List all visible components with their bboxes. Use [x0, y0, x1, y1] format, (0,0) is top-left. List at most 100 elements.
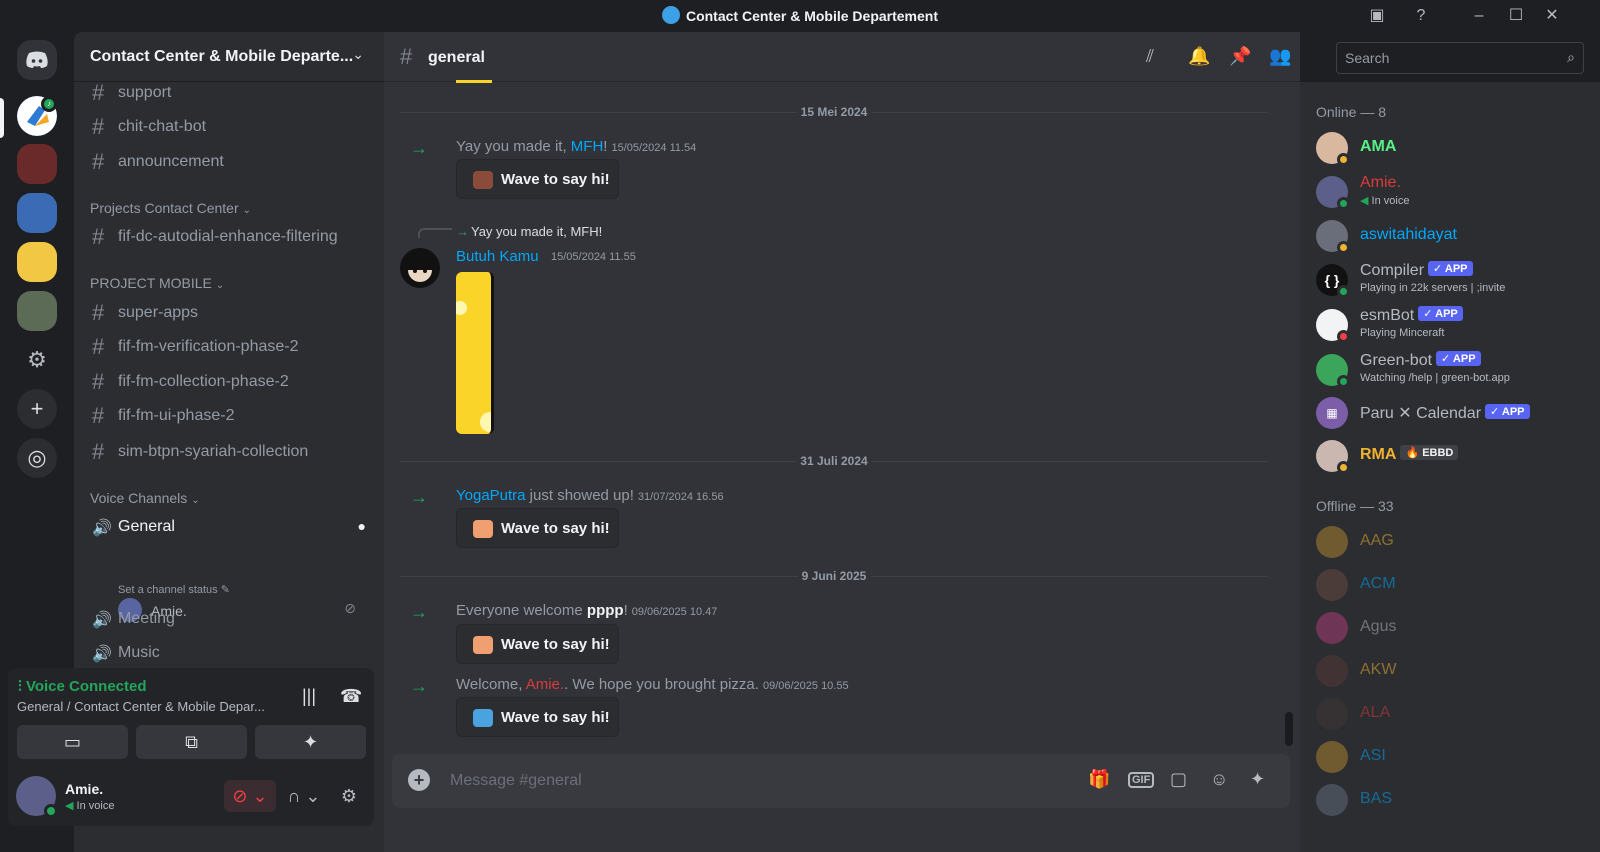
- category-voice-channels[interactable]: Voice Channels ⌄: [90, 490, 200, 506]
- gif-attachment[interactable]: [456, 272, 494, 434]
- voice-channel-general[interactable]: 🔊 General ●: [82, 510, 376, 542]
- idle-status-icon: [1337, 241, 1350, 254]
- reply-preview[interactable]: → Yay you made it, MFH!: [456, 224, 602, 239]
- member-aag[interactable]: AAG: [1308, 524, 1592, 566]
- scrollbar-thumb[interactable]: [1285, 712, 1293, 746]
- gif-icon[interactable]: GIF: [1128, 772, 1155, 788]
- member-aswitahidayat[interactable]: aswitahidayat: [1308, 218, 1592, 260]
- thread-hash-icon: #: [92, 439, 105, 464]
- screen-share-button[interactable]: ⧉: [136, 725, 247, 759]
- wave-button[interactable]: Wave to say hi!: [456, 697, 619, 737]
- date-divider: 9 Juni 2025: [400, 569, 1268, 583]
- wave-button[interactable]: Wave to say hi!: [456, 159, 619, 199]
- window-titlebar: Contact Center & Mobile Departement ▣ ? …: [0, 0, 1600, 32]
- channel-fif-dc-autodial[interactable]: # fif-dc-autodial-enhance-filtering: [82, 220, 376, 252]
- voice-channel-meeting[interactable]: 🔊 Meeting: [82, 602, 376, 634]
- channel-announcement[interactable]: # announcement: [82, 145, 376, 177]
- avatar[interactable]: [400, 248, 440, 288]
- server-header[interactable]: Contact Center & Mobile Departe... ⌄: [74, 32, 384, 82]
- gear-icon: ⚙: [340, 786, 358, 806]
- member-compiler[interactable]: { } Compiler ✓ APP Playing in 22k servers…: [1308, 261, 1592, 304]
- channel-sim-btpn[interactable]: # sim-btpn-syariah-collection: [82, 435, 376, 467]
- channel-fif-fm-ui[interactable]: # fif-fm-ui-phase-2: [82, 399, 376, 431]
- server-ghost[interactable]: [17, 193, 57, 233]
- bell-icon[interactable]: 🔔: [1188, 46, 1210, 67]
- member-acm[interactable]: ACM: [1308, 567, 1592, 609]
- username-link[interactable]: MFH: [571, 138, 604, 155]
- thread-hash-icon: #: [92, 369, 105, 394]
- member-amie[interactable]: Amie. ◀ In voice: [1308, 174, 1592, 216]
- wave-button[interactable]: Wave to say hi!: [456, 624, 619, 664]
- app-badge: ✓ APP: [1436, 351, 1481, 367]
- disconnect-icon[interactable]: ☎: [340, 686, 362, 707]
- add-server-icon[interactable]: +: [17, 389, 57, 429]
- activities-button[interactable]: ✦: [255, 725, 366, 759]
- add-attachment-icon[interactable]: +: [408, 769, 430, 791]
- avatar: [1316, 526, 1348, 558]
- message-input[interactable]: [450, 754, 1050, 808]
- member-list-icon[interactable]: 👥: [1269, 46, 1291, 67]
- username-link[interactable]: pppp: [587, 602, 624, 619]
- category-project-mobile[interactable]: PROJECT MOBILE ⌄: [90, 275, 224, 291]
- voice-channel-music[interactable]: 🔊 Music: [82, 636, 376, 668]
- camera-off-icon: ▭: [63, 732, 81, 752]
- settings-button[interactable]: ⚙: [334, 780, 364, 812]
- discover-icon[interactable]: ⚙: [17, 340, 57, 380]
- channel-chit-chat-bot[interactable]: # chit-chat-bot: [82, 110, 376, 142]
- camera-off-button[interactable]: ▭: [17, 725, 128, 759]
- inbox-icon[interactable]: ▣: [1366, 6, 1388, 26]
- reply-connector: [418, 228, 452, 238]
- explore-icon[interactable]: ◎: [17, 438, 57, 478]
- channel-status-placeholder[interactable]: Set a channel status ✎: [118, 583, 230, 596]
- member-agus[interactable]: Agus: [1308, 610, 1592, 652]
- hash-icon: #: [92, 224, 105, 249]
- member-bas[interactable]: BAS: [1308, 782, 1592, 824]
- close-button[interactable]: ✕: [1541, 6, 1563, 26]
- message-author[interactable]: Butuh Kamu: [456, 248, 539, 265]
- channel-title: general: [428, 49, 485, 66]
- search-input[interactable]: [1337, 43, 1583, 73]
- pin-icon[interactable]: 📌: [1229, 46, 1251, 67]
- username-link[interactable]: YogaPutra: [456, 487, 526, 504]
- minimize-button[interactable]: –: [1468, 6, 1490, 26]
- maximize-button[interactable]: ☐: [1505, 6, 1527, 26]
- threads-icon[interactable]: ⫽: [1146, 46, 1154, 67]
- member-paru-calendar[interactable]: ▦ Paru ✕ Calendar ✓ APP: [1308, 395, 1592, 437]
- noise-suppression-icon[interactable]: |||: [302, 686, 316, 707]
- help-icon[interactable]: ?: [1410, 6, 1432, 26]
- member-ala[interactable]: ALA: [1308, 696, 1592, 738]
- server-photo[interactable]: [17, 291, 57, 331]
- speaker-icon: ♪: [41, 96, 57, 112]
- wave-button[interactable]: Wave to say hi!: [456, 508, 619, 548]
- mute-button[interactable]: ⊘ ⌄: [224, 780, 276, 812]
- channel-fif-fm-collection[interactable]: # fif-fm-collection-phase-2: [82, 365, 376, 397]
- date-divider: 15 Mei 2024: [400, 105, 1268, 119]
- apps-icon[interactable]: ✦: [1250, 769, 1265, 790]
- member-esmbot[interactable]: esmBot ✓ APP Playing Minceraft: [1308, 306, 1592, 349]
- search-box[interactable]: ⌕: [1336, 42, 1584, 74]
- emoji-icon[interactable]: ☺: [1210, 769, 1228, 790]
- channel-fif-fm-verification[interactable]: # fif-fm-verification-phase-2: [82, 330, 376, 362]
- join-arrow-icon: →: [410, 602, 428, 622]
- server-pushpig[interactable]: [17, 144, 57, 184]
- chat-bubble-icon[interactable]: ●: [358, 518, 366, 534]
- voice-connected-status[interactable]: ⫶ Voice Connected: [18, 678, 147, 695]
- member-rma[interactable]: RMA 🔥 EBBD: [1308, 438, 1592, 480]
- user-panel: Amie. ◀ In voice ⊘ ⌄ ∩ ⌄ ⚙: [8, 768, 374, 826]
- discord-home-icon[interactable]: [17, 40, 57, 80]
- member-green-bot[interactable]: Green-bot ✓ APP Watching /help | green-bo…: [1308, 351, 1592, 394]
- username-link[interactable]: Amie.: [526, 676, 564, 693]
- channel-support[interactable]: # support: [82, 76, 376, 108]
- member-asi[interactable]: ASI: [1308, 739, 1592, 781]
- deafen-button[interactable]: ∩ ⌄: [284, 780, 324, 812]
- gift-icon[interactable]: 🎁: [1088, 769, 1110, 790]
- member-ama[interactable]: AMA: [1308, 130, 1592, 172]
- server-minion[interactable]: [17, 242, 57, 282]
- sticker-icon[interactable]: ▢: [1170, 769, 1187, 790]
- voice-channel-path[interactable]: General / Contact Center & Mobile Depar.…: [17, 699, 265, 714]
- channel-super-apps[interactable]: # super-apps: [82, 296, 376, 328]
- server-name: Contact Center & Mobile Departe...: [90, 48, 354, 65]
- offline-header: Offline — 33: [1316, 498, 1394, 514]
- member-akw[interactable]: AKW: [1308, 653, 1592, 695]
- category-projects-contact-center[interactable]: Projects Contact Center ⌄: [90, 200, 251, 216]
